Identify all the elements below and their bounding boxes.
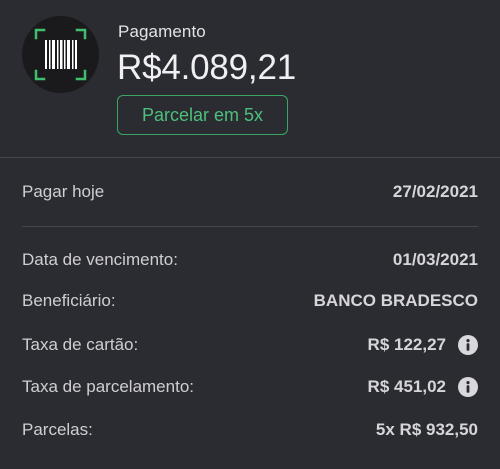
beneficiary-value: BANCO BRADESCO <box>313 291 478 310</box>
due-date-value: 01/03/2021 <box>392 250 478 269</box>
installments-label: Parcelas: <box>22 420 93 439</box>
installment-fee-value-group: R$ 451,02 <box>368 377 478 397</box>
pay-today-value: 27/02/2021 <box>392 182 478 201</box>
detail-row-installment-fee: Taxa de parcelamento: R$ 451,02 <box>22 375 478 399</box>
card-fee-value-group: R$ 122,27 <box>368 335 478 355</box>
installment-fee-label: Taxa de parcelamento: <box>22 377 194 396</box>
info-icon[interactable] <box>458 377 478 397</box>
card-fee-label: Taxa de cartão: <box>22 335 139 354</box>
pay-today-label: Pagar hoje <box>22 182 105 201</box>
detail-row-due-date: Data de vencimento: 01/03/2021 <box>22 248 478 272</box>
detail-row-card-fee: Taxa de cartão: R$ 122,27 <box>22 333 478 357</box>
due-date-label: Data de vencimento: <box>22 250 178 269</box>
installment-fee-value: R$ 451,02 <box>367 377 446 396</box>
header-divider <box>0 157 500 158</box>
info-icon[interactable] <box>458 335 478 355</box>
card-fee-value: R$ 122,27 <box>367 335 446 354</box>
pay-today-row: Pagar hoje 27/02/2021 <box>22 180 478 204</box>
payment-title: Pagamento <box>118 22 206 41</box>
section-divider <box>22 226 478 227</box>
payment-header: Pagamento R$4.089,21 Parcelar em 5x <box>0 0 500 156</box>
payment-amount: R$4.089,21 <box>117 48 296 87</box>
detail-row-beneficiary: Beneficiário: BANCO BRADESCO <box>22 289 478 313</box>
beneficiary-label: Beneficiário: <box>22 291 116 310</box>
barcode-scan-icon <box>22 16 99 93</box>
installments-value: 5x R$ 932,50 <box>375 420 478 439</box>
installment-button[interactable]: Parcelar em 5x <box>117 95 288 135</box>
detail-row-installments: Parcelas: 5x R$ 932,50 <box>22 418 478 442</box>
